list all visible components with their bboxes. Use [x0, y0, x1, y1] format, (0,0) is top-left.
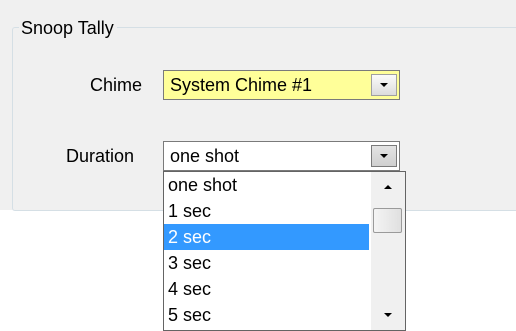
option-5-sec[interactable]: 5 sec — [164, 302, 369, 328]
chime-label: Chime — [90, 75, 143, 95]
option-3-sec[interactable]: 3 sec — [164, 250, 369, 276]
chime-dropdown-button[interactable] — [371, 74, 397, 96]
dropdown-options: one shot 1 sec 2 sec 3 sec 4 sec 5 sec — [164, 172, 369, 328]
group-title: Snoop Tally — [19, 17, 117, 39]
chime-combobox[interactable]: System Chime #1 — [163, 70, 400, 100]
arrow-down-icon — [384, 313, 392, 317]
duration-label: Duration — [66, 146, 135, 166]
dropdown-scrollbar[interactable] — [371, 172, 405, 330]
duration-dropdown-button[interactable] — [371, 145, 397, 167]
canvas: Snoop Tally Chime System Chime #1 Durati… — [0, 0, 516, 331]
option-2-sec[interactable]: 2 sec — [164, 224, 369, 250]
option-1-sec[interactable]: 1 sec — [164, 198, 369, 224]
duration-dropdown-list[interactable]: one shot 1 sec 2 sec 3 sec 4 sec 5 sec — [163, 171, 406, 331]
scroll-down-button[interactable] — [371, 304, 405, 326]
chevron-down-icon — [380, 83, 388, 87]
chime-value: System Chime #1 — [170, 75, 313, 95]
scroll-up-button[interactable] — [371, 176, 405, 198]
arrow-up-icon — [384, 185, 392, 189]
option-one-shot[interactable]: one shot — [164, 172, 369, 198]
duration-value: one shot — [170, 146, 240, 166]
option-4-sec[interactable]: 4 sec — [164, 276, 369, 302]
duration-combobox[interactable]: one shot — [163, 141, 400, 171]
chevron-down-icon — [380, 154, 388, 158]
scroll-thumb[interactable] — [373, 208, 402, 233]
